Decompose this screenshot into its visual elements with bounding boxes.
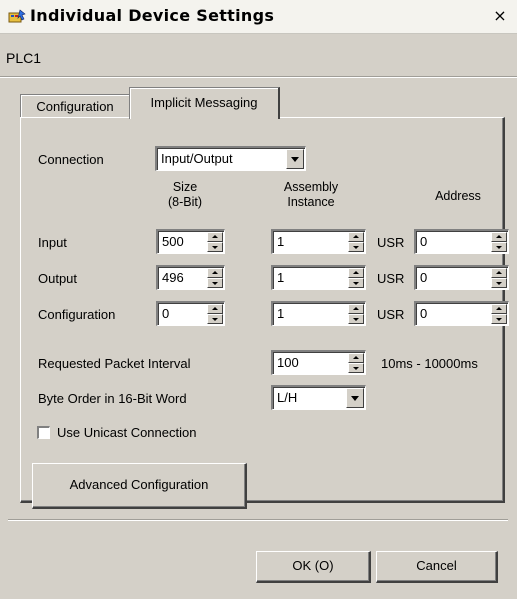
close-button[interactable]: × — [489, 6, 511, 27]
size-header-sub: (8-Bit) — [167, 195, 203, 209]
app-icon — [8, 9, 26, 23]
chevron-down-icon[interactable] — [286, 149, 304, 169]
spinner-icon[interactable] — [491, 232, 507, 252]
configuration-label: Configuration — [38, 307, 116, 322]
output-size-field[interactable]: 496 — [156, 265, 225, 290]
spinner-icon[interactable] — [348, 353, 364, 373]
size-header: Size (8-Bit) — [150, 180, 220, 210]
output-size-value: 496 — [162, 270, 184, 285]
connection-select[interactable]: Input/Output — [155, 146, 306, 171]
output-address-prefix: USR — [377, 271, 405, 286]
assembly-header-title: Assembly — [283, 180, 339, 194]
byte-order-value: L/H — [277, 390, 298, 405]
spinner-icon[interactable] — [348, 232, 364, 252]
size-header-title: Size — [172, 180, 198, 194]
configuration-size-value: 0 — [162, 306, 170, 321]
spinner-icon[interactable] — [491, 268, 507, 288]
cancel-button[interactable]: Cancel — [376, 551, 498, 583]
input-size-field[interactable]: 500 — [156, 229, 225, 254]
byte-order-select[interactable]: L/H — [271, 385, 366, 410]
divider — [0, 76, 517, 78]
output-address-field[interactable]: 0 — [414, 265, 509, 290]
ok-button[interactable]: OK (O) — [256, 551, 371, 583]
input-address-prefix: USR — [377, 235, 405, 250]
window-title: Individual Device Settings — [30, 6, 275, 25]
spinner-icon[interactable] — [207, 268, 223, 288]
rpi-range: 10ms - 10000ms — [381, 356, 478, 371]
output-address-value: 0 — [420, 270, 428, 285]
device-name: PLC1 — [6, 50, 42, 66]
spinner-icon[interactable] — [348, 304, 364, 324]
advanced-configuration-button[interactable]: Advanced Configuration — [32, 463, 247, 509]
output-instance-value: 1 — [277, 270, 285, 285]
divider — [8, 519, 508, 521]
rpi-value: 100 — [277, 355, 299, 370]
configuration-address-prefix: USR — [377, 307, 405, 322]
assembly-header-sub: Instance — [287, 195, 335, 209]
spinner-icon[interactable] — [207, 232, 223, 252]
spinner-icon[interactable] — [207, 304, 223, 324]
rpi-field[interactable]: 100 — [271, 350, 366, 375]
configuration-instance-field[interactable]: 1 — [271, 301, 366, 326]
chevron-down-icon[interactable] — [346, 388, 364, 408]
unicast-label: Use Unicast Connection — [57, 425, 197, 440]
input-address-value: 0 — [420, 234, 428, 249]
configuration-address-field[interactable]: 0 — [414, 301, 509, 326]
assembly-header: Assembly Instance — [268, 180, 354, 210]
spinner-icon[interactable] — [348, 268, 364, 288]
spinner-icon[interactable] — [491, 304, 507, 324]
configuration-size-field[interactable]: 0 — [156, 301, 225, 326]
connection-value: Input/Output — [161, 151, 233, 166]
configuration-instance-value: 1 — [277, 306, 285, 321]
byte-order-label: Byte Order in 16-Bit Word — [38, 391, 187, 406]
rpi-label: Requested Packet Interval — [38, 356, 191, 371]
connection-label: Connection — [38, 152, 104, 167]
input-instance-value: 1 — [277, 234, 285, 249]
output-label: Output — [38, 271, 78, 286]
input-address-field[interactable]: 0 — [414, 229, 509, 254]
input-size-value: 500 — [162, 234, 184, 249]
tab-implicit-messaging[interactable]: Implicit Messaging — [129, 87, 280, 119]
input-instance-field[interactable]: 1 — [271, 229, 366, 254]
tab-configuration[interactable]: Configuration — [20, 94, 130, 119]
output-instance-field[interactable]: 1 — [271, 265, 366, 290]
input-label: Input — [38, 235, 67, 250]
unicast-checkbox[interactable] — [37, 426, 50, 439]
configuration-address-value: 0 — [420, 306, 428, 321]
address-header: Address — [435, 189, 481, 203]
